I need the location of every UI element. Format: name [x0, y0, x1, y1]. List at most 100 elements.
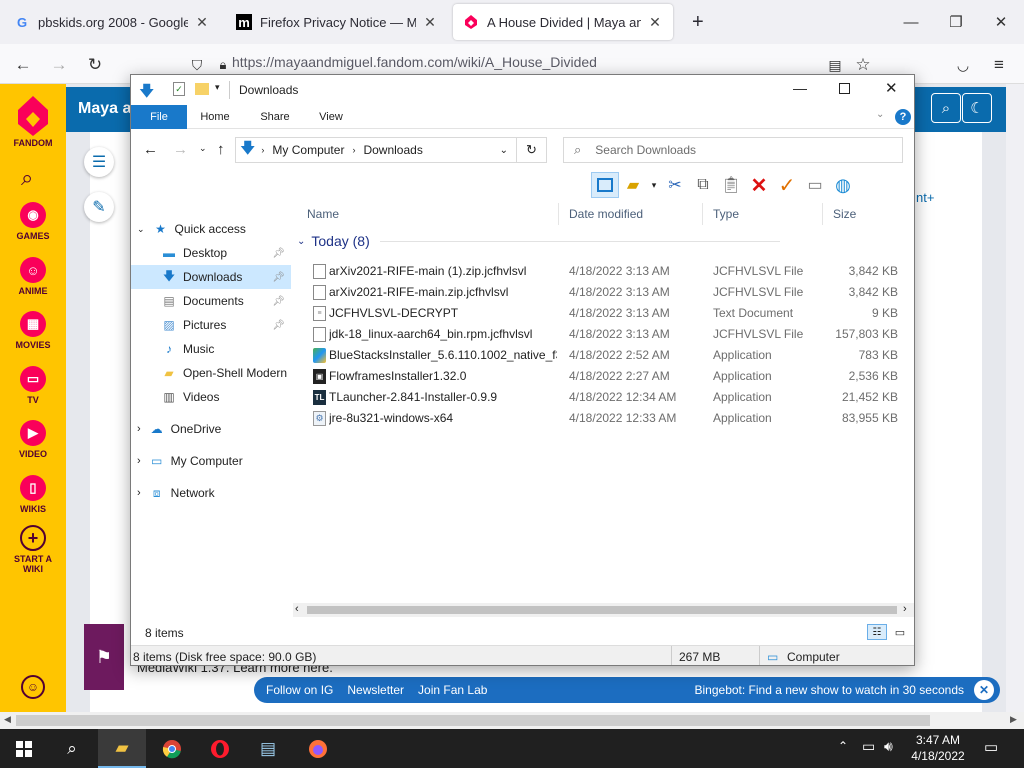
- menu-icon[interactable]: ≡: [986, 52, 1012, 78]
- forward-icon[interactable]: →: [173, 141, 188, 158]
- rail-search-icon[interactable]: ⌕: [21, 165, 33, 191]
- maximize-button[interactable]: ❐: [933, 0, 979, 44]
- start-button[interactable]: [0, 729, 48, 768]
- scroll-thumb[interactable]: [16, 715, 930, 726]
- back-icon[interactable]: ←: [10, 52, 36, 78]
- scroll-left-icon[interactable]: ◀: [4, 714, 11, 725]
- close-button[interactable]: ✕: [885, 79, 898, 97]
- table-row[interactable]: ≡ JCFHVLSVL-DECRYPT 4/18/2022 3:13 AM Te…: [297, 303, 914, 324]
- column-date-modified[interactable]: Date modified: [559, 203, 703, 225]
- user-icon[interactable]: ☺: [21, 675, 45, 699]
- file-explorer-icon[interactable]: ▰: [98, 729, 146, 768]
- checkmark-icon[interactable]: ✓: [773, 172, 801, 198]
- column-name[interactable]: Name: [297, 203, 559, 225]
- table-row[interactable]: ▣ FlowframesInstaller1.32.0 4/18/2022 2:…: [297, 366, 914, 387]
- details-view-icon[interactable]: ☷: [867, 624, 887, 640]
- follow-ig-link[interactable]: Follow on IG: [266, 683, 333, 697]
- refresh-icon[interactable]: ↻: [517, 137, 547, 163]
- back-icon[interactable]: ←: [143, 141, 158, 158]
- bingebot-promo[interactable]: Bingebot: Find a new show to watch in 30…: [695, 683, 965, 697]
- ribbon-expand-icon[interactable]: ⌄: [876, 109, 884, 120]
- copy-icon[interactable]: ⧉: [689, 172, 717, 198]
- close-icon[interactable]: ✕: [974, 680, 994, 700]
- column-type[interactable]: Type: [703, 203, 823, 225]
- pin-icon[interactable]: 📌︎: [272, 272, 285, 283]
- nav-quick-access[interactable]: ⌄ ★ Quick access: [131, 217, 291, 241]
- nav-music[interactable]: ♪ Music: [131, 337, 291, 361]
- toc-icon[interactable]: ☰: [84, 147, 114, 177]
- clock[interactable]: 3:47 AM 4/18/2022: [900, 732, 976, 764]
- chrome-icon[interactable]: [148, 729, 196, 768]
- new-tab-button[interactable]: +: [682, 4, 708, 40]
- network-tray-icon[interactable]: ▭: [862, 738, 875, 755]
- table-row[interactable]: BlueStacksInstaller_5.6.110.1002_native_…: [297, 345, 914, 366]
- notifications-icon[interactable]: ▭: [984, 738, 998, 756]
- toolbar-dropdown-icon[interactable]: ▾: [647, 172, 661, 198]
- opera-icon[interactable]: [196, 729, 244, 768]
- page-horizontal-scrollbar[interactable]: ◀ ▶: [0, 712, 1024, 729]
- large-icons-view-icon[interactable]: ▭: [891, 624, 909, 640]
- chevron-right-icon[interactable]: ›: [137, 455, 141, 467]
- rail-start-wiki[interactable]: + START A WIKI: [0, 525, 66, 574]
- pin-icon[interactable]: 📌︎: [272, 296, 285, 307]
- tray-expand-icon[interactable]: ⌃: [838, 739, 848, 753]
- close-tab-icon[interactable]: ✕: [647, 14, 663, 31]
- chevron-down-icon[interactable]: ⌄: [297, 236, 305, 247]
- minimize-button[interactable]: —: [888, 0, 934, 44]
- recent-locations-icon[interactable]: ⌄: [199, 143, 207, 154]
- search-icon[interactable]: ⌕: [931, 93, 961, 123]
- volume-icon[interactable]: 🔊︎: [884, 738, 893, 755]
- delete-icon[interactable]: ✕: [745, 172, 773, 198]
- rail-games[interactable]: ◉ GAMES: [0, 202, 66, 241]
- maximize-button[interactable]: [839, 83, 850, 94]
- pin-icon[interactable]: 📌︎: [272, 248, 285, 259]
- scroll-thumb[interactable]: [307, 606, 897, 614]
- rail-video[interactable]: ▶ VIDEO: [0, 420, 66, 459]
- reload-icon[interactable]: ↻: [82, 52, 108, 78]
- group-header-today[interactable]: ⌄ Today (8): [297, 233, 780, 249]
- new-folder-icon[interactable]: [195, 83, 209, 95]
- properties-icon[interactable]: ✓: [173, 82, 185, 96]
- rail-wikis[interactable]: ▯ WIKIS: [0, 475, 66, 514]
- browser-tab-fandom[interactable]: A House Divided | Maya and M ✕: [453, 4, 673, 40]
- scroll-right-icon[interactable]: ›: [903, 603, 907, 615]
- firefox-icon[interactable]: [294, 729, 342, 768]
- nav-onedrive[interactable]: › ☁ OneDrive: [131, 417, 291, 441]
- table-row[interactable]: arXiv2021-RIFE-main (1).zip.jcfhvlsvl 4/…: [297, 261, 914, 282]
- join-fan-lab-link[interactable]: Join Fan Lab: [418, 683, 487, 697]
- help-icon[interactable]: ?: [895, 109, 911, 125]
- close-tab-icon[interactable]: ✕: [422, 14, 438, 31]
- qat-dropdown-icon[interactable]: ▾: [215, 82, 220, 93]
- url-bar[interactable]: https://mayaandmiguel.fandom.com/wiki/A_…: [232, 54, 597, 70]
- browser-tab-google[interactable]: G pbskids.org 2008 - Google Sear ✕: [4, 4, 220, 40]
- nav-open-shell[interactable]: ▰ Open-Shell Modern: [131, 361, 291, 385]
- cut-icon[interactable]: ✂: [661, 172, 689, 198]
- pocket-icon[interactable]: ◡: [950, 52, 976, 78]
- newsletter-link[interactable]: Newsletter: [347, 683, 404, 697]
- wiki-title[interactable]: Maya a: [78, 100, 131, 118]
- theme-toggle-icon[interactable]: ☾: [962, 93, 992, 123]
- breadcrumb-my-computer[interactable]: My Computer: [272, 143, 344, 157]
- nav-downloads[interactable]: 🡇 Downloads 📌︎: [131, 265, 291, 289]
- address-bar[interactable]: 🡇 › My Computer › Downloads ⌄: [235, 137, 517, 163]
- paste-icon[interactable]: 📋︎: [717, 172, 745, 198]
- rename-icon[interactable]: ▭: [801, 172, 829, 198]
- rail-anime[interactable]: ☺ ANIME: [0, 257, 66, 296]
- chevron-right-icon[interactable]: ›: [352, 145, 355, 155]
- close-window-button[interactable]: ✕: [978, 0, 1024, 44]
- pin-icon[interactable]: 📌︎: [272, 320, 285, 331]
- address-dropdown-icon[interactable]: ⌄: [500, 145, 508, 156]
- rail-tv[interactable]: ▭ TV: [0, 366, 66, 405]
- file-list-horizontal-scrollbar[interactable]: ‹ ›: [293, 603, 914, 617]
- nav-pictures[interactable]: ▨ Pictures 📌︎: [131, 313, 291, 337]
- tab-view[interactable]: View: [309, 105, 353, 129]
- scroll-left-icon[interactable]: ‹: [295, 603, 299, 615]
- breadcrumb-downloads[interactable]: Downloads: [363, 143, 422, 157]
- nav-network[interactable]: › ⧈ Network: [131, 481, 291, 505]
- tab-file[interactable]: File: [131, 105, 187, 129]
- preview-pane-icon[interactable]: [591, 172, 619, 198]
- table-row[interactable]: ⚙ jre-8u321-windows-x64 4/18/2022 12:33 …: [297, 408, 914, 429]
- nav-desktop[interactable]: ▬ Desktop 📌︎: [131, 241, 291, 265]
- globe-icon[interactable]: ◍: [829, 172, 857, 198]
- report-flag-icon[interactable]: ⚑: [84, 624, 124, 690]
